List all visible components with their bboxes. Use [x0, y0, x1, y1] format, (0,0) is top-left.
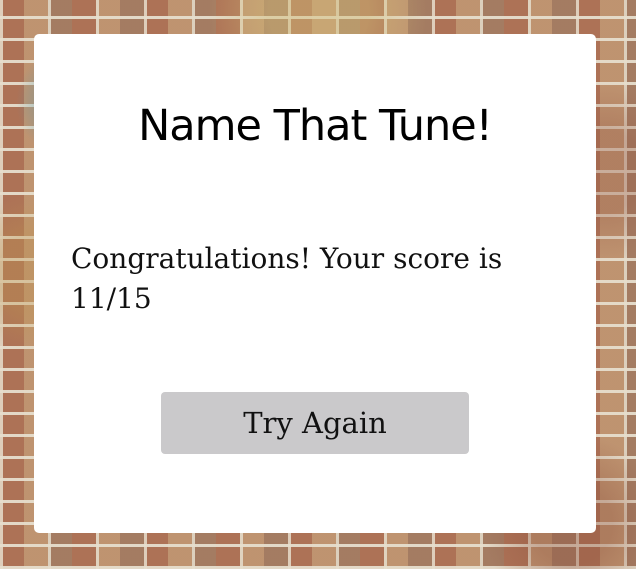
page-title: Name That Tune! — [138, 101, 493, 151]
quiz-result-card: Name That Tune! Congratulations! Your sc… — [34, 34, 596, 533]
score-message: Congratulations! Your score is 11/15 — [71, 242, 503, 315]
try-again-button[interactable]: Try Again — [161, 392, 469, 454]
